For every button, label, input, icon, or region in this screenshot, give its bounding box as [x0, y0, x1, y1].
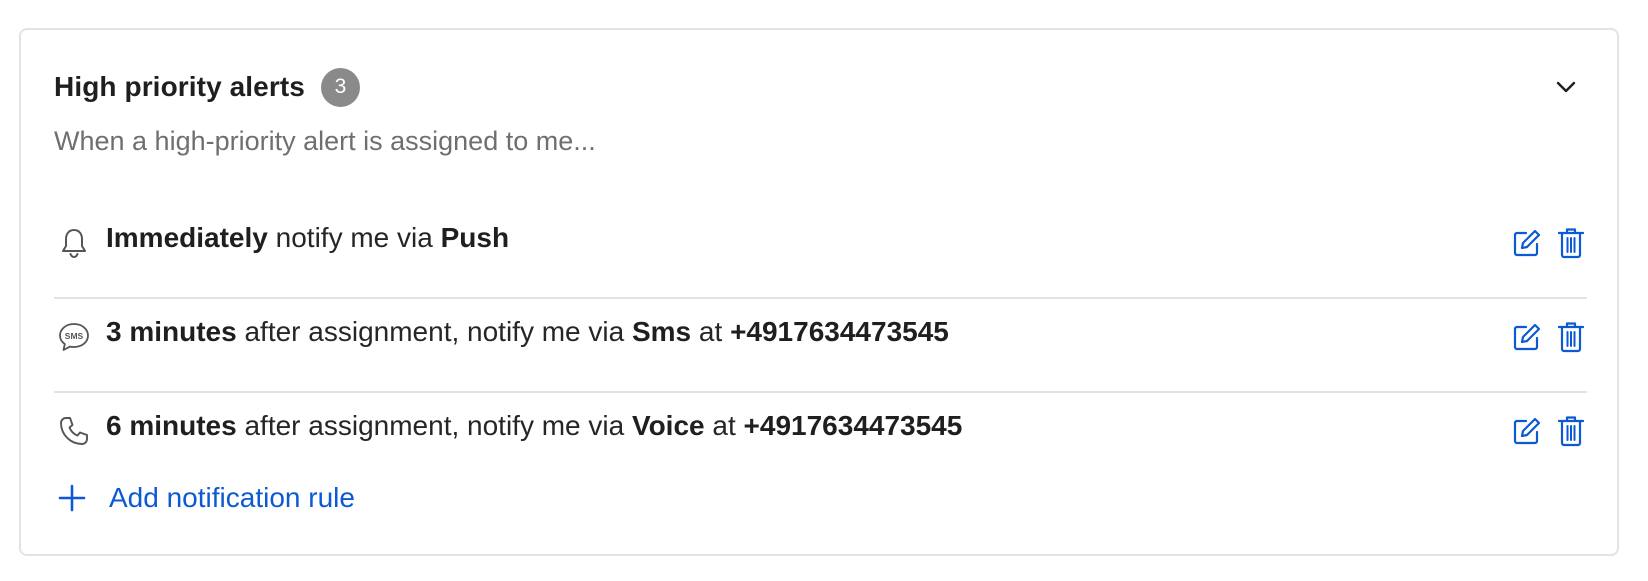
edit-rule-button[interactable]	[1511, 226, 1543, 260]
edit-icon	[1513, 417, 1541, 445]
rule-channel: Voice	[631, 410, 705, 441]
rule-actions	[1511, 414, 1587, 448]
rule-phone-number: +4917634473545	[730, 316, 949, 347]
notification-rule-row: Immediately notify me via Push	[54, 205, 1587, 299]
add-notification-rule-button[interactable]: Add notification rule	[57, 482, 355, 514]
rule-middle-text: after assignment, notify me via	[236, 316, 632, 347]
rule-middle-text: after assignment, notify me via	[236, 410, 632, 441]
rule-middle-text: notify me via	[267, 222, 441, 253]
delete-rule-button[interactable]	[1555, 226, 1587, 260]
bell-icon	[56, 225, 92, 261]
delete-rule-button[interactable]	[1555, 320, 1587, 354]
rule-count-badge: 3	[320, 67, 360, 107]
sms-icon: SMS	[56, 319, 92, 355]
plus-icon	[57, 483, 87, 513]
edit-icon	[1513, 229, 1541, 257]
svg-text:SMS: SMS	[65, 331, 84, 341]
high-priority-alerts-card: High priority alerts 3 When a high-prior…	[19, 28, 1619, 556]
section-subtitle: When a high-priority alert is assigned t…	[54, 126, 596, 156]
edit-icon	[1513, 323, 1541, 351]
rule-description: 6 minutes after assignment, notify me vi…	[106, 410, 962, 442]
edit-rule-button[interactable]	[1511, 320, 1543, 354]
rule-actions	[1511, 320, 1587, 354]
rule-at-text: at	[691, 316, 731, 347]
delete-rule-button[interactable]	[1555, 414, 1587, 448]
rule-actions	[1511, 226, 1587, 260]
notification-rule-row: 6 minutes after assignment, notify me vi…	[54, 393, 1587, 487]
trash-icon	[1558, 228, 1584, 259]
trash-icon	[1558, 416, 1584, 447]
rule-timing: Immediately	[106, 222, 268, 253]
edit-rule-button[interactable]	[1511, 414, 1543, 448]
section-title: High priority alerts	[54, 71, 305, 102]
rule-at-text: at	[704, 410, 744, 441]
notification-rules-list: Immediately notify me via Push SMS 3 min…	[54, 205, 1587, 487]
chevron-down-icon	[1556, 81, 1576, 93]
rule-channel: Push	[440, 222, 510, 253]
rule-channel: Sms	[631, 316, 692, 347]
rule-timing: 6 minutes	[106, 410, 237, 441]
notification-rule-row: SMS 3 minutes after assignment, notify m…	[54, 299, 1587, 393]
add-notification-rule-label: Add notification rule	[109, 482, 355, 513]
rule-phone-number: +4917634473545	[743, 410, 963, 441]
card-header: High priority alerts 3	[54, 64, 360, 110]
collapse-toggle-button[interactable]	[1549, 70, 1583, 104]
rule-description: Immediately notify me via Push	[106, 222, 509, 254]
phone-icon	[56, 413, 92, 449]
rule-description: 3 minutes after assignment, notify me vi…	[106, 316, 949, 348]
trash-icon	[1558, 322, 1584, 353]
rule-timing: 3 minutes	[106, 316, 237, 347]
